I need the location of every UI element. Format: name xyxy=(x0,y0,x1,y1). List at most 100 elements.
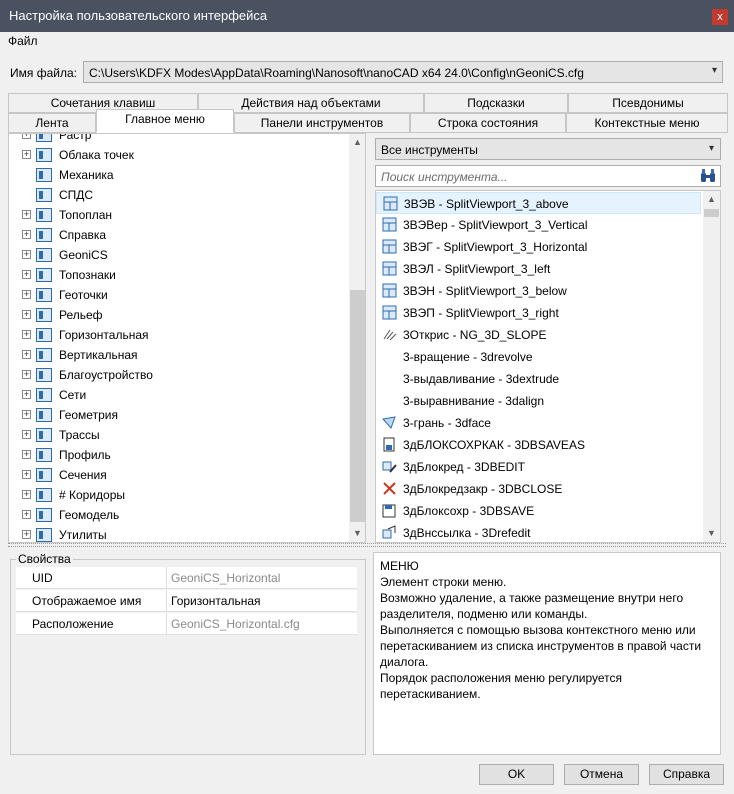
tree-item-label: # Коридоры xyxy=(59,488,126,502)
tab-status-bar[interactable]: Строка состояния xyxy=(410,113,566,133)
tool-filter-select[interactable]: Все инструменты ▾ xyxy=(375,138,721,160)
help-button[interactable]: Справка xyxy=(649,764,724,785)
tool-list[interactable]: 3ВЭВ - SplitViewport_3_above 3ВЭВер - Spl… xyxy=(375,190,721,543)
expand-icon[interactable]: + xyxy=(22,430,31,439)
tools-scrollbar[interactable]: ▲ ▼ xyxy=(703,191,720,542)
tool-item-label: 3дВнссылка - 3Drefedit xyxy=(403,526,531,540)
tree-scrollbar[interactable]: ▲ ▼ xyxy=(349,134,365,542)
menu-icon xyxy=(36,148,52,162)
menu-icon xyxy=(36,328,52,342)
splitter[interactable] xyxy=(8,543,726,547)
tree-item[interactable]: + Топознаки xyxy=(9,265,339,285)
tree-item[interactable]: + Геометрия xyxy=(9,405,339,425)
tool-item-label: 3дБлокред - 3DBEDIT xyxy=(403,460,525,474)
tree-item[interactable]: + Трассы xyxy=(9,425,339,445)
tree-item[interactable]: + Благоустройство xyxy=(9,365,339,385)
tab-context-menus[interactable]: Контекстные меню xyxy=(566,113,728,133)
menu-tree[interactable]: + Растр + Облака точек Механика СПДС + Топопл… xyxy=(8,133,366,543)
close-button[interactable]: x xyxy=(712,9,728,25)
tree-item[interactable]: + Вертикальная xyxy=(9,345,339,365)
tool-item-label: 3ВЭВ - SplitViewport_3_above xyxy=(404,197,569,211)
tab-toolbars[interactable]: Панели инструментов xyxy=(234,113,410,133)
tree-item-label: GeoniCS xyxy=(59,248,108,262)
tool-item[interactable]: 3ВЭВер - SplitViewport_3_Vertical xyxy=(376,214,701,236)
tree-item[interactable]: + Рельеф xyxy=(9,305,339,325)
tree-item-label: СПДС xyxy=(59,188,94,202)
tool-item[interactable]: 3ВЭН - SplitViewport_3_below xyxy=(376,280,701,302)
expand-icon[interactable]: + xyxy=(22,390,31,399)
tree-item[interactable]: + GeoniCS xyxy=(9,245,339,265)
expand-icon[interactable]: + xyxy=(22,330,31,339)
expand-icon[interactable]: + xyxy=(22,310,31,319)
tool-item[interactable]: 3-выдавливание - 3dextrude xyxy=(376,368,701,390)
tree-item-label: Рельеф xyxy=(59,308,103,322)
tool-item[interactable]: 3ВЭП - SplitViewport_3_right xyxy=(376,302,701,324)
tool-item[interactable]: 3дБлокредзакр - 3DBCLOSE xyxy=(376,478,701,500)
expand-icon[interactable]: + xyxy=(22,230,31,239)
menu-icon xyxy=(36,168,52,182)
tool-item[interactable]: 3дВнссылка - 3Drefedit xyxy=(376,522,701,542)
menu-icon xyxy=(36,528,52,542)
tab-aliases[interactable]: Псевдонимы xyxy=(568,93,728,113)
tool-search-input[interactable]: Поиск инструмента... xyxy=(375,165,721,187)
tree-item[interactable]: СПДС xyxy=(9,185,339,205)
tab-hints[interactable]: Подсказки xyxy=(424,93,568,113)
expand-icon[interactable]: + xyxy=(22,250,31,259)
property-row[interactable]: UID GeoniCS_Horizontal xyxy=(16,567,357,589)
tool-item[interactable]: 3-грань - 3dface xyxy=(376,412,701,434)
tool-item[interactable]: 3-вращение - 3drevolve xyxy=(376,346,701,368)
expand-icon[interactable]: + xyxy=(22,490,31,499)
tab-main-menu[interactable]: Главное меню xyxy=(96,109,234,133)
scroll-down-icon[interactable]: ▼ xyxy=(349,525,365,542)
tree-item[interactable]: + Горизонтальная xyxy=(9,325,339,345)
scroll-up-icon[interactable]: ▲ xyxy=(703,191,720,208)
scroll-thumb[interactable] xyxy=(704,209,719,217)
property-row[interactable]: Отображаемое имя Горизонтальная xyxy=(16,590,357,612)
tool-item[interactable]: 3Открис - NG_3D_SLOPE xyxy=(376,324,701,346)
tool-item[interactable]: 3ВЭГ - SplitViewport_3_Horizontal xyxy=(376,236,701,258)
property-divider xyxy=(166,590,167,612)
tool-item[interactable]: 3дБлоксохр - 3DBSAVE xyxy=(376,500,701,522)
expand-icon[interactable]: + xyxy=(22,290,31,299)
tree-item-label: Геоточки xyxy=(59,288,108,302)
property-value[interactable]: Горизонтальная xyxy=(171,594,261,608)
tree-item[interactable]: + Утилиты xyxy=(9,525,339,542)
ok-button[interactable]: OK xyxy=(479,764,554,785)
tree-item[interactable]: + # Коридоры xyxy=(9,485,339,505)
tool-item[interactable]: 3ВЭВ - SplitViewport_3_above xyxy=(376,192,701,214)
scroll-up-icon[interactable]: ▲ xyxy=(349,134,365,151)
expand-icon[interactable]: + xyxy=(22,350,31,359)
tree-item[interactable]: + Топоплан xyxy=(9,205,339,225)
file-path-combo[interactable]: C:\Users\KDFX Modes\AppData\Roaming\Nano… xyxy=(83,61,723,83)
tool-item[interactable]: 3дБЛОКСОХРКАК - 3DBSAVEAS xyxy=(376,434,701,456)
expand-icon[interactable]: + xyxy=(22,530,31,539)
expand-icon[interactable]: + xyxy=(22,210,31,219)
cancel-button[interactable]: Отмена xyxy=(564,764,639,785)
expand-icon[interactable]: + xyxy=(22,270,31,279)
expand-icon[interactable]: + xyxy=(22,470,31,479)
scroll-thumb[interactable] xyxy=(350,290,365,522)
tree-item[interactable]: + Геомодель xyxy=(9,505,339,525)
menu-icon xyxy=(36,268,52,282)
menu-file[interactable]: Файл xyxy=(8,34,38,48)
description-line: Выполняется с помощью вызова контекстног… xyxy=(380,623,702,669)
tree-item[interactable]: + Справка xyxy=(9,225,339,245)
expand-icon[interactable]: + xyxy=(22,150,31,159)
tree-item[interactable]: + Геоточки xyxy=(9,285,339,305)
tab-ribbon[interactable]: Лента xyxy=(8,113,96,133)
expand-icon[interactable]: + xyxy=(22,370,31,379)
tree-item[interactable]: Механика xyxy=(9,165,339,185)
binoculars-icon[interactable] xyxy=(699,168,717,184)
expand-icon[interactable]: + xyxy=(22,450,31,459)
tool-item[interactable]: 3-выравнивание - 3dalign xyxy=(376,390,701,412)
tree-item[interactable]: + Облака точек xyxy=(9,145,339,165)
tool-item[interactable]: 3ВЭЛ - SplitViewport_3_left xyxy=(376,258,701,280)
expand-icon[interactable]: + xyxy=(22,410,31,419)
scroll-down-icon[interactable]: ▼ xyxy=(703,525,720,542)
tree-item[interactable]: + Профиль xyxy=(9,445,339,465)
tool-item[interactable]: 3дБлокред - 3DBEDIT xyxy=(376,456,701,478)
property-row[interactable]: Расположение GeoniCS_Horizontal.cfg xyxy=(16,613,357,635)
tree-item[interactable]: + Сети xyxy=(9,385,339,405)
tree-item[interactable]: + Сечения xyxy=(9,465,339,485)
expand-icon[interactable]: + xyxy=(22,510,31,519)
